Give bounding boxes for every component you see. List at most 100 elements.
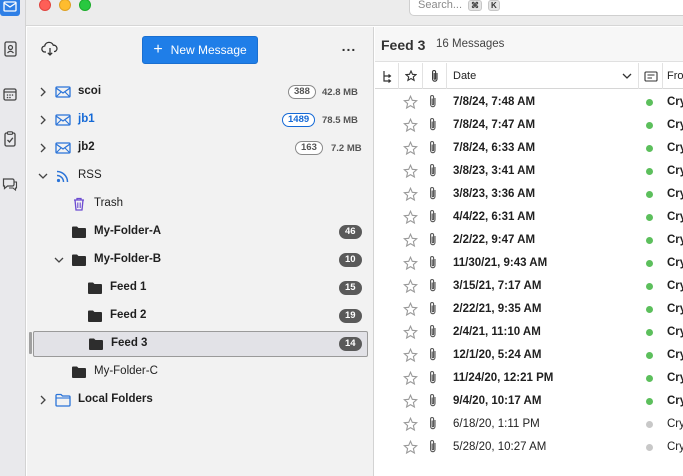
chevron-right-icon[interactable] — [37, 142, 49, 154]
star-icon[interactable] — [402, 278, 419, 294]
message-row[interactable]: 5/28/20, 10:27 AM Cry — [375, 436, 683, 459]
minimize-window-button[interactable] — [59, 0, 71, 11]
read-status-dot[interactable] — [646, 444, 653, 451]
star-icon[interactable] — [402, 209, 419, 225]
message-sender: Cry — [667, 234, 683, 246]
thread-column-header[interactable] — [375, 63, 399, 89]
global-search-input[interactable]: Search... ⌘ K — [409, 0, 683, 16]
new-message-button[interactable]: + New Message — [142, 36, 258, 64]
folder-size: 42.8 MB — [322, 87, 358, 98]
message-row[interactable]: 4/4/22, 6:31 AM Cry — [375, 206, 683, 229]
folder-row-jb1[interactable]: jb1 1489 78.5 MB — [33, 107, 368, 133]
chevron-right-icon[interactable] — [37, 86, 49, 98]
message-row[interactable]: 3/8/23, 3:41 AM Cry — [375, 160, 683, 183]
message-sender: Cry — [667, 165, 683, 177]
message-row[interactable]: 2/4/21, 11:10 AM Cry — [375, 321, 683, 344]
folder-row-my-folder-c[interactable]: My-Folder-C — [33, 359, 368, 385]
date-column-header[interactable]: Date — [447, 63, 639, 89]
unread-status-dot[interactable] — [646, 352, 653, 359]
unread-status-dot[interactable] — [646, 283, 653, 290]
folder-row-local-folders[interactable]: Local Folders — [33, 387, 368, 413]
unread-status-dot[interactable] — [646, 168, 653, 175]
address-book-space-button[interactable] — [0, 39, 20, 59]
folder-icon — [87, 308, 103, 324]
tasks-space-button[interactable] — [0, 129, 20, 149]
message-date: 3/8/23, 3:36 AM — [453, 188, 536, 200]
unread-status-dot[interactable] — [646, 306, 653, 313]
message-row[interactable]: 11/24/20, 12:21 PM Cry — [375, 367, 683, 390]
message-row[interactable]: 11/30/21, 9:43 AM Cry — [375, 252, 683, 275]
chevron-down-icon[interactable] — [37, 170, 49, 182]
unread-status-dot[interactable] — [646, 375, 653, 382]
zoom-window-button[interactable] — [79, 0, 91, 11]
folder-row-trash[interactable]: Trash — [33, 191, 368, 217]
unread-status-dot[interactable] — [646, 122, 653, 129]
mail-icon — [3, 1, 17, 12]
starred-column-header[interactable] — [399, 63, 423, 89]
pane-resize-handle[interactable] — [29, 332, 32, 354]
folder-row-rss[interactable]: RSS — [33, 163, 368, 189]
mail-account-icon — [55, 112, 71, 128]
star-icon[interactable] — [402, 255, 419, 271]
thread-tree-icon — [382, 70, 391, 83]
star-icon[interactable] — [402, 117, 419, 133]
folder-row-feed-2[interactable]: Feed 2 19 — [33, 303, 368, 329]
unread-status-dot[interactable] — [646, 214, 653, 221]
star-icon[interactable] — [402, 416, 419, 432]
star-icon[interactable] — [402, 301, 419, 317]
message-row[interactable]: 3/15/21, 7:17 AM Cry — [375, 275, 683, 298]
unread-status-dot[interactable] — [646, 145, 653, 152]
chevron-down-icon[interactable] — [622, 72, 632, 80]
folder-pane-menu-button[interactable]: ... — [341, 39, 357, 57]
folder-row-scoi[interactable]: scoi 388 42.8 MB — [33, 79, 368, 105]
star-icon[interactable] — [402, 94, 419, 110]
message-date: 5/28/20, 10:27 AM — [453, 441, 547, 453]
get-messages-button[interactable] — [41, 41, 61, 59]
attachment-column-header[interactable] — [423, 63, 447, 89]
folder-row-feed-1[interactable]: Feed 1 15 — [33, 275, 368, 301]
chevron-right-icon[interactable] — [37, 394, 49, 406]
message-row[interactable]: 7/8/24, 7:47 AM Cry — [375, 114, 683, 137]
unread-status-dot[interactable] — [646, 329, 653, 336]
message-row[interactable]: 12/1/20, 5:24 AM Cry — [375, 344, 683, 367]
message-row[interactable]: 9/4/20, 10:17 AM Cry — [375, 390, 683, 413]
read-status-dot[interactable] — [646, 421, 653, 428]
star-icon[interactable] — [402, 163, 419, 179]
from-column-header[interactable]: Fro — [663, 63, 683, 89]
paperclip-icon — [428, 209, 442, 225]
unread-status-dot[interactable] — [646, 237, 653, 244]
unread-status-dot[interactable] — [646, 99, 653, 106]
rss-icon — [55, 168, 71, 184]
calendar-icon — [3, 88, 17, 101]
junk-column-header[interactable] — [639, 63, 663, 89]
star-icon[interactable] — [402, 232, 419, 248]
folder-row-my-folder-b[interactable]: My-Folder-B 10 — [33, 247, 368, 273]
folder-row-my-folder-a[interactable]: My-Folder-A 46 — [33, 219, 368, 245]
star-icon[interactable] — [402, 324, 419, 340]
chevron-right-icon[interactable] — [37, 114, 49, 126]
message-row[interactable]: 2/22/21, 9:35 AM Cry — [375, 298, 683, 321]
message-row[interactable]: 6/18/20, 1:11 PM Cry — [375, 413, 683, 436]
star-icon[interactable] — [402, 393, 419, 409]
message-row[interactable]: 2/2/22, 9:47 AM Cry — [375, 229, 683, 252]
chevron-down-icon[interactable] — [53, 254, 65, 266]
chat-space-button[interactable] — [0, 174, 20, 194]
unread-status-dot[interactable] — [646, 260, 653, 267]
star-icon[interactable] — [402, 140, 419, 156]
unread-status-dot[interactable] — [646, 398, 653, 405]
message-row[interactable]: 7/8/24, 6:33 AM Cry — [375, 137, 683, 160]
star-icon[interactable] — [402, 439, 419, 455]
close-window-button[interactable] — [39, 0, 51, 11]
message-row[interactable]: 3/8/23, 3:36 AM Cry — [375, 183, 683, 206]
star-icon[interactable] — [402, 347, 419, 363]
mail-space-button[interactable] — [0, 0, 20, 16]
message-row[interactable]: 7/8/24, 7:48 AM Cry — [375, 91, 683, 114]
paperclip-icon — [428, 140, 442, 156]
calendar-space-button[interactable] — [0, 84, 20, 104]
message-date: 2/22/21, 9:35 AM — [453, 303, 542, 315]
star-icon[interactable] — [402, 370, 419, 386]
star-icon[interactable] — [402, 186, 419, 202]
folder-row-feed-3[interactable]: Feed 3 14 — [33, 331, 368, 357]
folder-row-jb2[interactable]: jb2 163 7.2 MB — [33, 135, 368, 161]
unread-status-dot[interactable] — [646, 191, 653, 198]
